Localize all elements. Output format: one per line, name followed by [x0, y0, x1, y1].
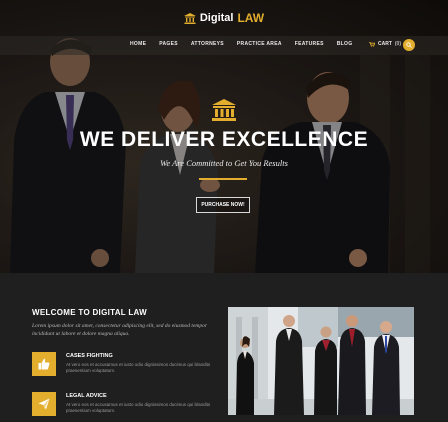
brand-name-part1: Digital: [199, 12, 234, 24]
feature-title: LEGAL ADVICE: [66, 393, 107, 399]
feature-title: CASES FIGHTING: [66, 353, 113, 359]
hero-divider: [199, 178, 247, 180]
nav-practice-area[interactable]: PRACTICE AREA: [237, 41, 282, 47]
purchase-now-button[interactable]: PURCHASE NOW!: [196, 197, 250, 213]
cart-link[interactable]: CART (0): [369, 41, 401, 47]
top-bar: Digital LAW: [0, 0, 448, 36]
welcome-intro: Lorem ipsum dolor sit amet, consectetur …: [32, 323, 208, 337]
main-navigation: HOME PAGES ATTORNEYS PRACTICE AREA FEATU…: [0, 36, 448, 55]
hero-subheadline: We Are Committed to Get You Results: [160, 158, 288, 168]
team-photo: [228, 307, 414, 415]
search-icon: [406, 42, 412, 48]
cart-count: (0): [394, 41, 402, 47]
courthouse-logo-icon: [183, 12, 196, 24]
courthouse-icon: [212, 99, 236, 121]
brand-logo[interactable]: Digital LAW: [183, 11, 265, 25]
hero-headline: WE DELIVER EXCELLENCE: [79, 128, 369, 151]
nav-attorneys[interactable]: ATTORNEYS: [191, 41, 224, 47]
nav-blog[interactable]: BLOG: [337, 41, 353, 47]
search-button[interactable]: [403, 39, 415, 51]
cart-icon: [369, 41, 375, 47]
brand-name-part2: LAW: [237, 11, 265, 25]
feature-legal-advice: LEGAL ADVICE At vero eos et accusamus et…: [32, 392, 222, 422]
cart-label: CART: [378, 41, 392, 47]
feature-cases-fighting: CASES FIGHTING At vero eos et accusamus …: [32, 352, 222, 382]
nav-features[interactable]: FEATURES: [295, 41, 324, 47]
nav-home[interactable]: HOME: [130, 41, 146, 47]
feature-icon-box: [32, 392, 56, 416]
team-photo-image: [228, 307, 414, 415]
nav-pages[interactable]: PAGES: [159, 41, 178, 47]
thumbs-up-icon: [38, 358, 50, 370]
feature-icon-box: [32, 352, 56, 376]
welcome-title: WELCOME TO DIGITAL LAW: [32, 308, 148, 317]
paper-plane-icon: [38, 398, 50, 410]
feature-text: At vero eos et accusamus et iusto odio d…: [66, 362, 211, 373]
feature-text: At vero eos et accusamus et iusto odio d…: [66, 402, 211, 413]
